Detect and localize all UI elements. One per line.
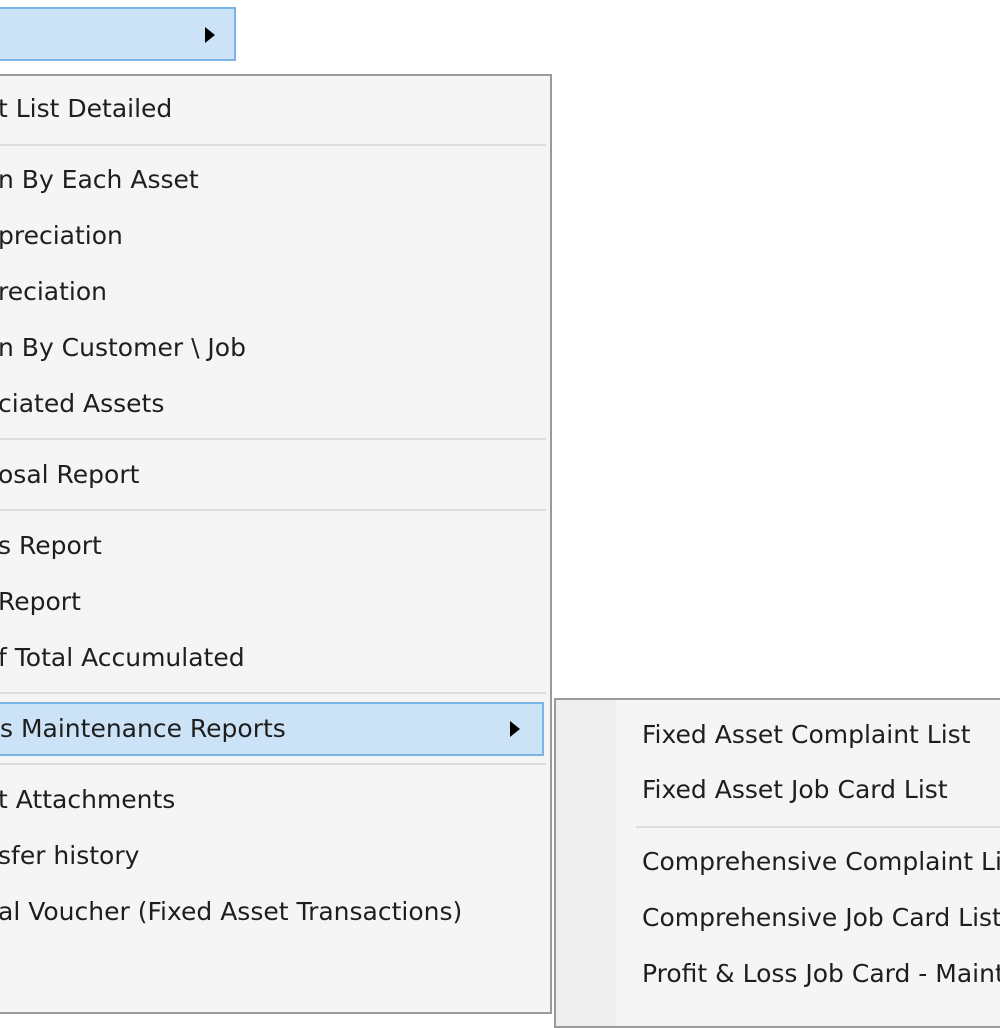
submenu-item-comprehensive-complaint-list[interactable]: Comprehensive Complaint List (642, 835, 1000, 889)
menu-item-label: ciated Assets (0, 389, 165, 418)
menu-item-attachments[interactable]: t Attachments (0, 773, 548, 827)
submenu-item-job-card-list[interactable]: Fixed Asset Job Card List (642, 763, 948, 817)
submenu-item-profit-loss-job-card[interactable]: Profit & Loss Job Card - Maint (642, 947, 1000, 1001)
submenu-item-label: Comprehensive Complaint List (642, 847, 1000, 876)
menu-item-label: preciation (0, 221, 123, 250)
menu-item-label: s Report (0, 531, 102, 560)
menu-item-disposal-report[interactable]: osal Report (0, 448, 548, 502)
menu-item-label: n By Each Asset (0, 165, 199, 194)
submenu-item-complaint-list[interactable]: Fixed Asset Complaint List (642, 708, 971, 762)
menu-item-journal-voucher[interactable]: al Voucher (Fixed Asset Transactions) (0, 885, 548, 939)
menu-item-depreciation-1[interactable]: preciation (0, 209, 548, 263)
maintenance-reports-submenu: Fixed Asset Complaint List Fixed Asset J… (554, 698, 1000, 1028)
menu-item-label: n By Customer \ Job (0, 333, 246, 362)
menu-separator (0, 763, 546, 765)
menu-item-by-each-asset[interactable]: n By Each Asset (0, 153, 548, 207)
menu-item-depreciation-2[interactable]: reciation (0, 265, 548, 319)
menu-item-label: t List Detailed (0, 94, 173, 123)
submenu-gutter (556, 700, 616, 1026)
menu-item-label: f Total Accumulated (0, 643, 245, 672)
submenu-item-label: Profit & Loss Job Card - Maint (642, 959, 1000, 988)
menu-item-label: reciation (0, 277, 108, 306)
menu-item-total-accumulated[interactable]: f Total Accumulated (0, 631, 548, 685)
menu-item-label: sfer history (0, 841, 140, 870)
menu-item-by-customer-job[interactable]: n By Customer \ Job (0, 321, 548, 375)
submenu-item-label: Fixed Asset Job Card List (642, 775, 948, 804)
menu-separator (0, 509, 546, 511)
menu-item-s-report[interactable]: s Report (0, 519, 548, 573)
menu-separator (0, 692, 546, 694)
reports-menu: t List Detailed n By Each Asset preciati… (0, 74, 552, 1014)
parent-menu-item[interactable] (0, 7, 236, 61)
submenu-item-comprehensive-job-card-list[interactable]: Comprehensive Job Card List (642, 891, 1000, 945)
menu-item-label: osal Report (0, 460, 140, 489)
menu-item-label: s Maintenance Reports (0, 714, 286, 743)
menu-item-depreciated-assets[interactable]: ciated Assets (0, 377, 548, 431)
menu-item-maintenance-reports[interactable]: s Maintenance Reports (0, 702, 544, 756)
submenu-item-label: Comprehensive Job Card List (642, 903, 1000, 932)
menu-item-transfer-history[interactable]: sfer history (0, 829, 548, 883)
menu-item-report[interactable]: Report (0, 575, 548, 629)
menu-item-label: Report (0, 587, 81, 616)
menu-item-asset-list-detailed[interactable]: t List Detailed (0, 82, 548, 136)
submenu-item-label: Fixed Asset Complaint List (642, 720, 971, 749)
chevron-right-icon (510, 721, 520, 737)
menu-separator (0, 144, 546, 146)
submenu-separator (636, 826, 1000, 828)
menu-item-label: al Voucher (Fixed Asset Transactions) (0, 897, 463, 926)
menu-item-label: t Attachments (0, 785, 176, 814)
chevron-right-icon (205, 27, 215, 43)
menu-separator (0, 438, 546, 440)
